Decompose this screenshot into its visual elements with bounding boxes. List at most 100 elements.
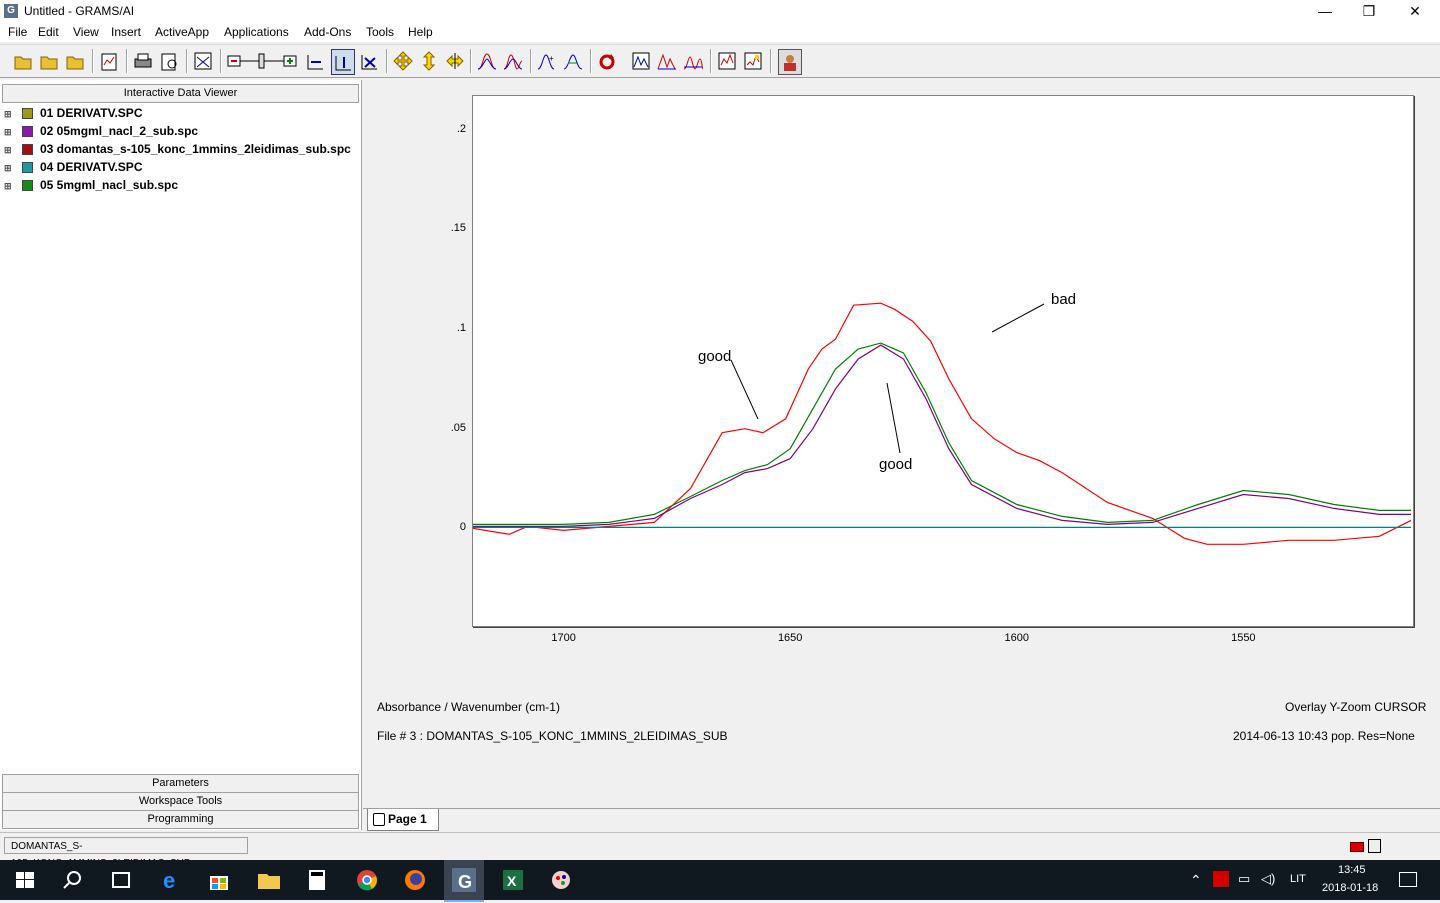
file-color-swatch: [22, 162, 33, 173]
menu-insert[interactable]: Insert: [111, 25, 141, 39]
menu-edit[interactable]: Edit: [38, 25, 59, 39]
store-icon[interactable]: [206, 868, 232, 892]
expand-icon[interactable]: ⊞: [4, 110, 13, 119]
peak-icon[interactable]: [476, 49, 498, 73]
clock-date[interactable]: 2018-01-18: [1322, 882, 1378, 894]
menu-tools[interactable]: Tools: [366, 25, 394, 39]
notifications-icon[interactable]: [1399, 872, 1417, 887]
close-button[interactable]: ✕: [1392, 0, 1438, 22]
left-panel: Interactive Data Viewer ⊞ 01 DERIVATV.SP…: [0, 80, 362, 830]
menu-help[interactable]: Help: [408, 25, 433, 39]
menu-view[interactable]: View: [73, 25, 99, 39]
print-icon[interactable]: [132, 49, 154, 73]
grams-app-icon[interactable]: G: [4, 4, 18, 18]
print-preview-icon[interactable]: [158, 49, 180, 73]
expand-icon[interactable]: ⊞: [4, 164, 13, 173]
chart-alt-icon[interactable]: [742, 49, 764, 73]
taskbar: e G X ⌃ ▭ ◁) LIT 13:45 2018-01-18: [0, 860, 1440, 902]
search-icon[interactable]: [60, 868, 86, 892]
peak-pick-icon[interactable]: [562, 49, 584, 73]
expand-icon[interactable]: ⊞: [4, 182, 13, 191]
edge-icon[interactable]: e: [158, 868, 184, 893]
y-tick-label: .2: [456, 122, 466, 135]
spectrum-blue-icon[interactable]: [682, 49, 704, 73]
minimize-button[interactable]: —: [1302, 0, 1348, 22]
page-tab-label: Page 1: [388, 812, 427, 826]
spectrum-chart[interactable]: [473, 96, 1411, 624]
x-expand-icon[interactable]: [304, 49, 326, 73]
tab-page-1[interactable]: Page 1: [367, 809, 439, 831]
menu-activeapp[interactable]: ActiveApp: [155, 25, 209, 39]
file-color-swatch: [22, 108, 33, 119]
clock-time[interactable]: 13:45: [1338, 864, 1366, 876]
volume-icon[interactable]: ◁): [1261, 871, 1275, 887]
interactive-data-viewer-header[interactable]: Interactive Data Viewer: [2, 84, 359, 103]
file-explorer-icon[interactable]: [256, 868, 282, 892]
expand-icon[interactable]: ⊞: [4, 146, 13, 155]
annotation-bad: bad: [1051, 291, 1077, 308]
mode-label: Overlay Y-Zoom CURSOR: [1285, 700, 1427, 714]
spectrum-icon[interactable]: [630, 49, 652, 73]
save-status-icon[interactable]: [1368, 839, 1381, 853]
annotation-good-center: good: [879, 456, 913, 473]
chart-icon[interactable]: [716, 49, 738, 73]
page-icon: [373, 813, 385, 826]
menu-applications[interactable]: Applications: [224, 25, 289, 39]
tree-item-label: 05 5mgml_nacl_sub.spc: [40, 178, 179, 192]
x-tick-label: 1650: [777, 632, 803, 644]
zoom-icon[interactable]: [192, 49, 214, 73]
peak-multi-icon[interactable]: [502, 49, 524, 73]
menu-file[interactable]: File: [8, 25, 27, 39]
tree-item-label: 01 DERIVATV.SPC: [40, 106, 143, 120]
xy-expand-icon[interactable]: [358, 49, 380, 73]
series-line-2: [473, 344, 1411, 527]
y-tick-label: .05: [450, 421, 466, 434]
chrome-icon[interactable]: [354, 868, 380, 892]
tab-parameters[interactable]: Parameters: [2, 774, 359, 793]
network-icon[interactable]: ▭: [1238, 871, 1250, 887]
move-horizontal-icon[interactable]: [444, 49, 466, 73]
peak-label-icon[interactable]: +: [536, 49, 558, 73]
firefox-icon[interactable]: [402, 868, 428, 892]
paint-icon[interactable]: [548, 868, 574, 892]
grams-icon[interactable]: G: [444, 860, 484, 902]
open-file-icon[interactable]: [64, 49, 86, 73]
tab-programming[interactable]: Programming: [2, 810, 359, 829]
save-page-icon[interactable]: [98, 49, 120, 73]
file-color-swatch: [22, 144, 33, 155]
excel-icon[interactable]: X: [500, 868, 526, 892]
zoom-slider-icon[interactable]: [226, 49, 298, 73]
menu-addons[interactable]: Add-Ons: [304, 25, 351, 39]
axis-units-label: Absorbance / Wavenumber (cm-1): [377, 700, 560, 714]
open-icon[interactable]: [12, 49, 34, 73]
antivirus-icon[interactable]: [1213, 871, 1229, 887]
tree-item-label: 04 DERIVATV.SPC: [40, 160, 143, 174]
status-current-file: DOMANTAS_S-105_KONC_1MMINS_2LEIDIMAS_SUB: [4, 837, 248, 869]
annotation-leader-line: [991, 303, 1045, 333]
start-icon[interactable]: [12, 868, 38, 892]
y-tick-label: 0: [459, 521, 466, 534]
task-view-icon[interactable]: [108, 868, 134, 892]
open-folder-icon[interactable]: [38, 49, 60, 73]
maximize-button[interactable]: ❐: [1346, 0, 1392, 22]
date-info-label: 2014-06-13 10:43 pop. Res=None: [1233, 729, 1415, 743]
expand-icon[interactable]: ⊞: [4, 128, 13, 137]
y-expand-icon[interactable]: [331, 49, 355, 75]
spectrum-red-icon[interactable]: [656, 49, 678, 73]
user-icon[interactable]: [778, 49, 802, 75]
language-indicator[interactable]: LIT: [1290, 873, 1306, 885]
tray-overflow-icon[interactable]: ⌃: [1190, 872, 1202, 889]
calculator-icon[interactable]: [304, 868, 330, 892]
file-color-swatch: [22, 180, 33, 191]
annotation-leader-line: [730, 359, 759, 420]
y-tick-label: .15: [450, 222, 466, 235]
tab-workspace-tools[interactable]: Workspace Tools: [2, 792, 359, 811]
file-color-swatch: [22, 126, 33, 137]
refresh-icon[interactable]: [596, 49, 618, 73]
menu-bar: File Edit View Insert ActiveApp Applicat…: [0, 22, 1440, 42]
svg-text:e: e: [163, 868, 175, 892]
move-vertical-icon[interactable]: [418, 49, 440, 73]
page-tab-strip: [363, 808, 1440, 831]
move-icon[interactable]: [392, 49, 414, 73]
x-tick-label: 1550: [1231, 632, 1256, 644]
